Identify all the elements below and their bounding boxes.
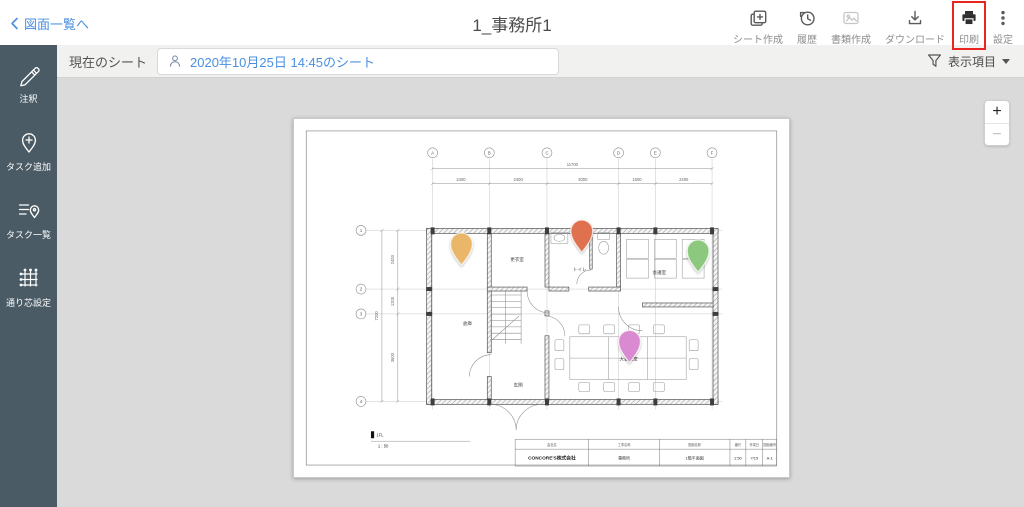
title-block: 会社名 工事名称 図面名称 縮尺 作成日 図面番号 CONCORE'S株式会社 … [515,439,777,466]
doors-and-stairs [469,270,642,430]
kebab-menu-icon [993,8,1013,28]
display-items-label: 表示項目 [948,53,996,70]
settings-button[interactable]: 設定 [986,1,1020,50]
sheet-create-icon [748,8,768,28]
print-label: 印刷 [959,31,979,46]
scale-marker: 1FL 1 : 50 [371,431,470,448]
floor-plan: A B C D E F 1 2 3 4 11700 2 [294,119,789,477]
svg-text:2400: 2400 [679,177,689,182]
svg-text:トイレ: トイレ [573,267,587,272]
back-link-label: 図面一覧へ [24,14,89,33]
header: 図面一覧へ 1_事務所1 シート作成 [0,0,1024,45]
sheet-selector[interactable]: 2020年10月25日 14:45のシート [157,48,559,75]
room-labels: 更衣室 トイレ 会議室 倉庫 玄関 大会議室 [463,256,667,388]
history-button[interactable]: 履歴 [790,1,824,50]
grid-bubbles: A B C D E F 1 2 3 4 [356,148,717,407]
svg-text:A: A [431,150,434,155]
back-to-drawing-list-link[interactable]: 図面一覧へ [10,14,89,33]
svg-text:7200: 7200 [374,311,379,321]
chevron-down-icon [1002,59,1010,64]
pencil-icon [15,60,43,88]
drawing-sheet: A B C D E F 1 2 3 4 11700 2 [293,118,790,478]
page-title: 1_事務所1 [300,11,724,36]
task-add-label: タスク追加 [6,160,51,173]
sheet-create-button[interactable]: シート作成 [726,1,790,50]
svg-text:CONCORE'S株式会社: CONCORE'S株式会社 [528,455,576,462]
svg-text:事務所: 事務所 [618,456,630,461]
grid-lines [366,159,722,410]
svg-text:更衣室: 更衣室 [510,256,524,263]
download-label: ダウンロード [885,31,945,46]
svg-text:B: B [488,150,491,155]
svg-text:C: C [545,150,548,155]
svg-text:2400: 2400 [456,177,466,182]
svg-text:D: D [617,150,620,155]
svg-text:A-1: A-1 [767,456,774,461]
svg-text:1階平面図: 1階平面図 [686,456,704,461]
filter-funnel-icon [927,53,942,69]
doc-create-label: 書類作成 [831,31,871,46]
svg-text:工事名称: 工事名称 [618,442,632,447]
annotation-label: 注釈 [19,92,37,105]
svg-text:玄関: 玄関 [514,382,524,389]
task-list-label: タスク一覧 [6,228,51,241]
svg-text:7/15: 7/15 [750,456,759,461]
task-pin-green[interactable] [687,240,709,272]
sidebar-item-annotation[interactable]: 注釈 [0,57,57,108]
svg-text:2400: 2400 [514,177,524,182]
svg-text:11700: 11700 [567,162,579,167]
current-sheet-name: 2020年10月25日 14:45のシート [190,52,375,71]
download-button[interactable]: ダウンロード [878,1,952,50]
sidebar: 注釈 タスク追加 タスク一覧 [0,45,57,507]
chevron-left-icon [10,17,19,30]
sidebar-item-task-list[interactable]: タスク一覧 [0,193,57,244]
zoom-in-button[interactable]: + [985,101,1009,123]
svg-text:3600: 3600 [390,352,395,362]
doc-create-icon [841,8,861,28]
svg-text:1200: 1200 [390,296,395,306]
svg-text:図面名称: 図面名称 [688,442,702,447]
fixtures [551,232,704,391]
svg-text:会議室: 会議室 [652,269,666,276]
drawing-frame [306,131,776,465]
person-icon [168,54,182,68]
svg-text:1:50: 1:50 [734,456,743,461]
svg-text:縮尺: 縮尺 [735,442,742,447]
svg-text:E: E [654,150,657,155]
download-icon [905,8,925,28]
print-button[interactable]: 印刷 [952,1,986,50]
svg-text:1 : 50: 1 : 50 [378,444,389,449]
grid-settings-label: 通り芯設定 [6,296,51,309]
current-sheet-label: 現在のシート [69,52,147,71]
pin-plus-icon [15,128,43,156]
svg-text:1FL: 1FL [376,433,384,438]
list-pin-icon [15,196,43,224]
svg-text:3000: 3000 [578,177,588,182]
sheet-create-label: シート作成 [733,31,783,46]
history-label: 履歴 [797,31,817,46]
sidebar-item-task-add[interactable]: タスク追加 [0,125,57,176]
svg-text:1500: 1500 [632,177,642,182]
svg-text:会社名: 会社名 [547,442,557,447]
sidebar-item-grid-settings[interactable]: 通り芯設定 [0,261,57,312]
settings-label: 設定 [993,31,1013,46]
app-window: 図面一覧へ 1_事務所1 シート作成 [0,0,1024,507]
toolbar: シート作成 履歴 [726,1,1020,50]
doc-create-button[interactable]: 書類作成 [824,1,878,50]
print-icon [959,8,979,28]
svg-text:図面番号: 図面番号 [763,442,776,447]
history-icon [797,8,817,28]
zoom-out-button[interactable]: − [985,123,1009,145]
task-pin-orange[interactable] [451,233,473,265]
dimensions: 11700 2400 2400 3000 1500 2400 2400 1200… [374,162,714,403]
drawing-canvas[interactable]: A B C D E F 1 2 3 4 11700 2 [57,78,1024,507]
display-items-filter-button[interactable]: 表示項目 [927,53,1010,70]
grid-axis-icon [15,264,43,292]
zoom-control: + − [984,100,1010,146]
svg-text:作成日: 作成日 [750,442,760,447]
svg-text:倉庫: 倉庫 [463,320,473,327]
svg-text:2400: 2400 [390,254,395,264]
